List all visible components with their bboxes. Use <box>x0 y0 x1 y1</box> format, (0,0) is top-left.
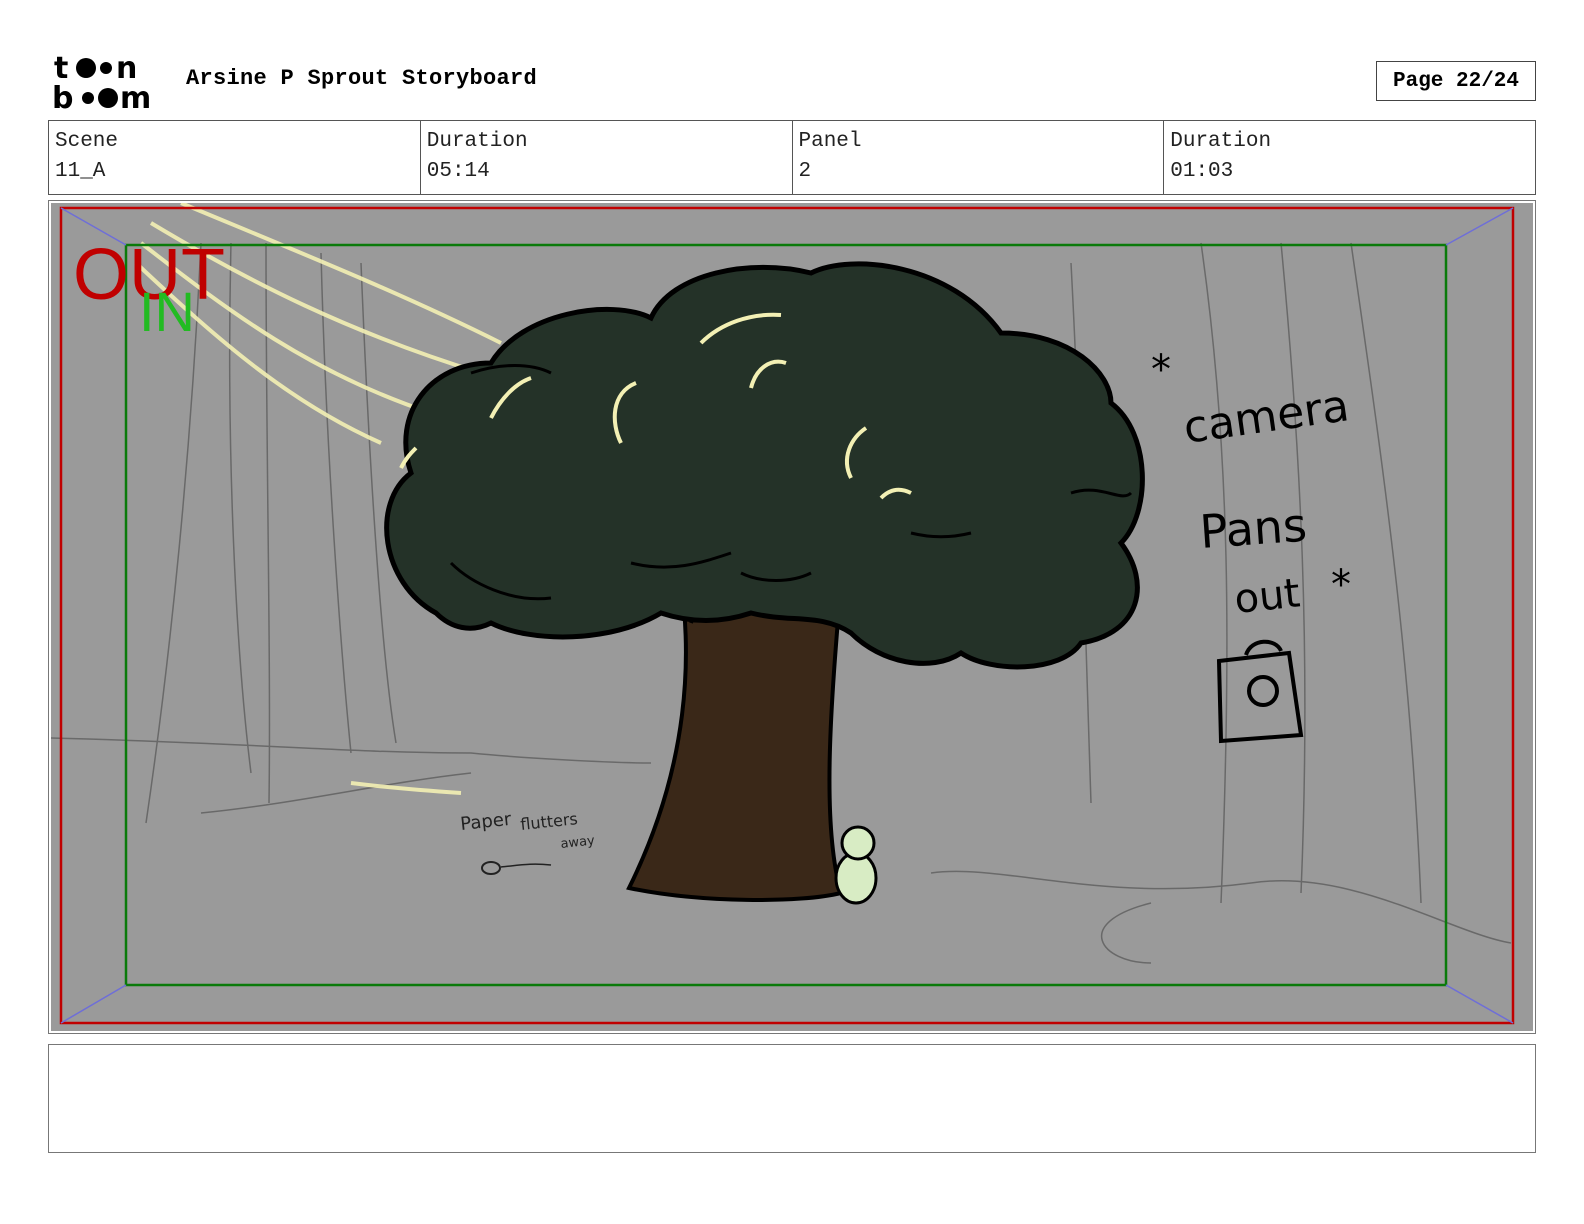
scene-label: Scene <box>55 130 119 153</box>
scene-duration-cell: Duration 05:14 <box>421 121 793 194</box>
scene-duration-value: 05:14 <box>426 160 490 183</box>
panel-duration-label: Duration <box>1170 130 1272 153</box>
svg-text:out: out <box>1232 570 1302 623</box>
page-indicator: Page 22/24 <box>1376 61 1536 101</box>
svg-text:m: m <box>120 81 151 112</box>
panel-label: Panel <box>798 130 862 153</box>
scene-duration-label: Duration <box>426 130 528 153</box>
svg-text:*: * <box>1331 562 1351 608</box>
sprout-character <box>834 825 878 905</box>
panel-drawing: Paper flutters away * camera Pans out * <box>51 203 1533 1031</box>
page-label: Page 22/24 <box>1392 69 1520 93</box>
svg-text:b: b <box>52 81 73 112</box>
scene-value: 11_A <box>55 160 106 183</box>
svg-text:*: * <box>1151 347 1171 393</box>
panel-duration-cell: Duration 01:03 <box>1164 121 1535 194</box>
panel-value: 2 <box>798 160 812 183</box>
scene-cell: Scene 11_A <box>49 121 421 194</box>
storyboard-panel: Paper flutters away * camera Pans out * <box>48 200 1536 1034</box>
panel-notes-box[interactable] <box>48 1044 1536 1153</box>
svg-text:Pans: Pans <box>1198 498 1308 559</box>
storyboard-title: Arsine P Sprout Storyboard <box>186 66 538 91</box>
panel-info-table: Scene 11_A Duration 05:14 Panel 2 Durati… <box>48 120 1536 195</box>
in-label: IN <box>139 280 195 343</box>
panel-duration-value: 01:03 <box>1170 160 1234 183</box>
panel-cell: Panel 2 <box>793 121 1165 194</box>
toon-boom-logo: t n b m <box>52 51 151 112</box>
